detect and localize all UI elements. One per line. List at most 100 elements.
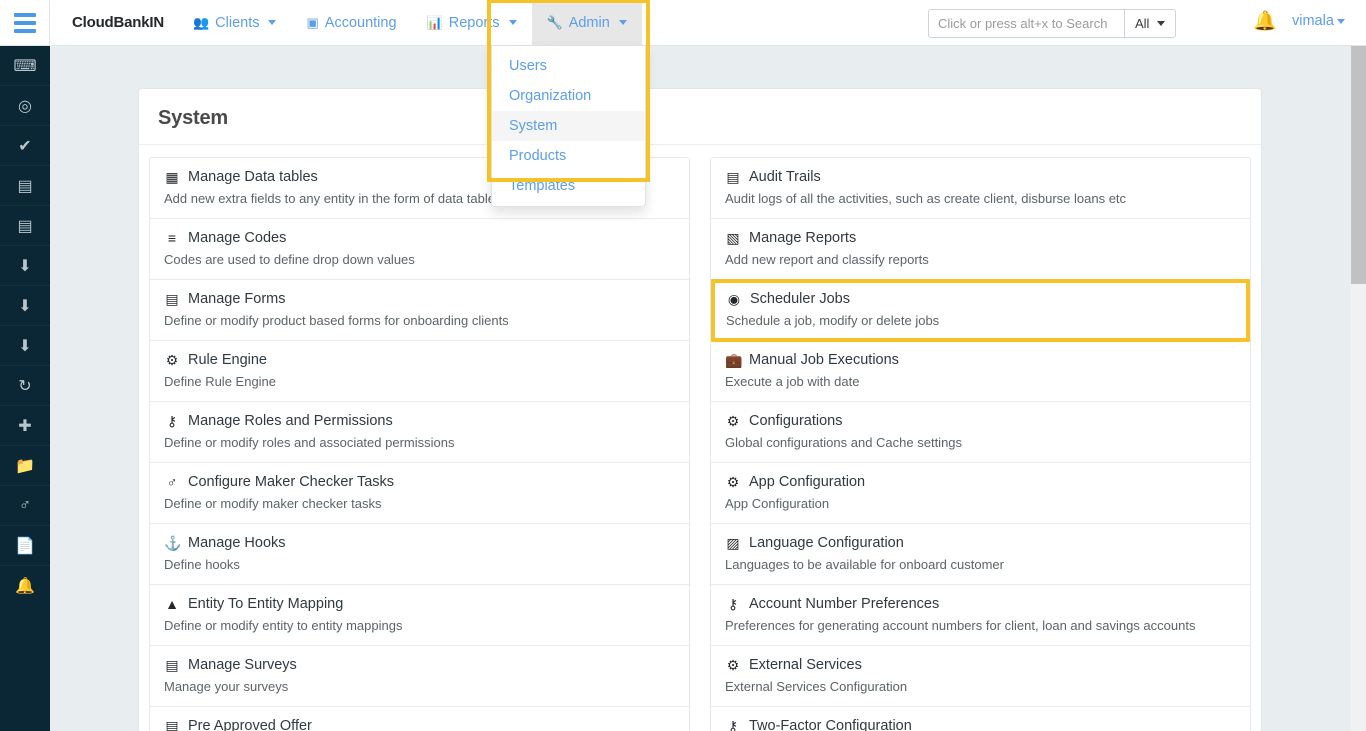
entry-title-row: ≡ Manage Codes	[164, 228, 689, 249]
system-card: System ▦ Manage Data tables Add new extr…	[138, 88, 1262, 731]
entry-title-row: ▨ Language Configuration	[725, 533, 1250, 554]
user-menu-label: vimala	[1292, 13, 1334, 29]
rail-item-download-2[interactable]: ⬇	[0, 286, 50, 326]
entry-desc: Schedule a job, modify or delete jobs	[726, 311, 1246, 331]
dropdown-item-templates[interactable]: Templates	[492, 171, 645, 201]
entry-manage-hooks[interactable]: ⚓ Manage Hooks Define hooks	[150, 524, 689, 585]
key-icon: ⚷	[725, 594, 741, 615]
accounting-icon: ▣	[306, 15, 318, 31]
nav-item-admin[interactable]: 🔧 Admin	[532, 0, 642, 45]
user-menu[interactable]: vimala	[1292, 13, 1345, 29]
sitemap-icon: ♂	[164, 472, 180, 493]
admin-dropdown-menu: Users Organization System Products Templ…	[491, 46, 646, 207]
file-text-icon: ▤	[164, 655, 180, 676]
list-ul-icon: ≡	[164, 228, 180, 249]
hamburger-bar	[14, 21, 36, 25]
rail-item-list-lines[interactable]: ▤	[0, 206, 50, 246]
anchor-icon: ⚓	[164, 533, 180, 554]
menu-toggle-button[interactable]	[0, 0, 50, 45]
dropdown-item-organization[interactable]: Organization	[492, 81, 645, 111]
download-alt-icon: ⬇	[18, 296, 31, 316]
rail-item-folder[interactable]: 📁	[0, 446, 50, 486]
entry-manage-codes[interactable]: ≡ Manage Codes Codes are used to define …	[150, 219, 689, 280]
entry-title: Manage Forms	[188, 289, 286, 310]
rail-item-list-alt[interactable]: ▤	[0, 166, 50, 206]
rail-item-sitemap[interactable]: ♂	[0, 486, 50, 526]
search-input[interactable]	[928, 9, 1124, 38]
page-scrollbar-thumb[interactable]	[1351, 46, 1366, 284]
search-scope-dropdown[interactable]: All	[1124, 9, 1176, 38]
entry-manual-job-executions[interactable]: 💼 Manual Job Executions Execute a job wi…	[711, 341, 1250, 402]
entry-external-services[interactable]: ⚙ External Services External Services Co…	[711, 646, 1250, 707]
entry-title: Language Configuration	[749, 533, 904, 554]
sitemap-icon: ♂	[19, 497, 31, 515]
entry-app-configuration[interactable]: ⚙ App Configuration App Configuration	[711, 463, 1250, 524]
entry-desc: Define or modify entity to entity mappin…	[164, 616, 689, 636]
rail-item-refresh[interactable]: ↻	[0, 366, 50, 406]
briefcase-icon: 💼	[725, 350, 741, 371]
entry-desc: Define or modify roles and associated pe…	[164, 433, 689, 453]
keyboard-icon: ⌨	[13, 56, 36, 76]
rail-item-keyboard[interactable]: ⌨	[0, 46, 50, 86]
nav-item-accounting[interactable]: ▣ Accounting	[291, 0, 411, 45]
entry-desc: Languages to be available for onboard cu…	[725, 555, 1250, 575]
entry-desc: Manage your surveys	[164, 677, 689, 697]
hamburger-bar	[14, 13, 36, 17]
entry-title-row: ⚙ App Configuration	[725, 472, 1250, 493]
entry-manage-forms[interactable]: ▤ Manage Forms Define or modify product …	[150, 280, 689, 341]
left-icon-rail: ⌨ ◎ ✔ ▤ ▤ ⬇ ⬇ ⬇ ↻ ✚ 📁 ♂ 📄 🔔	[0, 46, 50, 731]
rail-item-bell[interactable]: 🔔	[0, 566, 50, 606]
download-icon: ⬇	[18, 256, 31, 276]
entry-manage-surveys[interactable]: ▤ Manage Surveys Manage your surveys	[150, 646, 689, 707]
list-lines-icon: ▤	[17, 216, 32, 236]
rail-item-check[interactable]: ✔	[0, 126, 50, 166]
entry-configurations[interactable]: ⚙ Configurations Global configurations a…	[711, 402, 1250, 463]
chevron-down-icon	[619, 20, 627, 25]
brand-logo[interactable]: CloudBankIN	[58, 14, 178, 31]
dropdown-item-products[interactable]: Products	[492, 141, 645, 171]
entry-desc: App Configuration	[725, 494, 1250, 514]
entry-rule-engine[interactable]: ⚙ Rule Engine Define Rule Engine	[150, 341, 689, 402]
entry-entity-to-entity-mapping[interactable]: ▲ Entity To Entity Mapping Define or mod…	[150, 585, 689, 646]
wrench-icon: 🔧	[547, 15, 563, 31]
entry-audit-trails[interactable]: ▤ Audit Trails Audit logs of all the act…	[711, 158, 1250, 219]
entry-scheduler-jobs[interactable]: ◉ Scheduler Jobs Schedule a job, modify …	[711, 279, 1250, 342]
right-column-list: ▤ Audit Trails Audit logs of all the act…	[710, 157, 1251, 731]
entry-title-row: ♂ Configure Maker Checker Tasks	[164, 472, 689, 493]
entry-title: Audit Trails	[749, 167, 821, 188]
entry-desc: Define or modify product based forms for…	[164, 311, 689, 331]
nav-item-clients[interactable]: 👥 Clients	[178, 0, 292, 45]
nav-item-label: Admin	[569, 15, 610, 31]
entry-title: Manage Codes	[188, 228, 286, 249]
entry-configure-maker-checker-tasks[interactable]: ♂ Configure Maker Checker Tasks Define o…	[150, 463, 689, 524]
nav-item-reports[interactable]: 📊 Reports	[412, 0, 532, 45]
entry-title-row: ▤ Audit Trails	[725, 167, 1250, 188]
entry-manage-reports[interactable]: ▧ Manage Reports Add new report and clas…	[711, 219, 1250, 280]
entry-title: Rule Engine	[188, 350, 267, 371]
entry-manage-roles-permissions[interactable]: ⚷ Manage Roles and Permissions Define or…	[150, 402, 689, 463]
rail-item-compass[interactable]: ◎	[0, 86, 50, 126]
notifications-bell-icon[interactable]: 🔔	[1253, 12, 1277, 32]
rail-item-add[interactable]: ✚	[0, 406, 50, 446]
folder-icon: 📁	[15, 456, 35, 476]
nav-item-label: Accounting	[325, 15, 397, 31]
rail-item-file[interactable]: 📄	[0, 526, 50, 566]
dropdown-item-users[interactable]: Users	[492, 51, 645, 81]
rail-item-download-3[interactable]: ⬇	[0, 326, 50, 366]
report-icon: ▧	[725, 228, 741, 249]
users-icon: 👥	[193, 15, 209, 31]
entry-language-configuration[interactable]: ▨ Language Configuration Languages to be…	[711, 524, 1250, 585]
list-alt-icon: ▤	[725, 167, 741, 188]
rail-item-download-1[interactable]: ⬇	[0, 246, 50, 286]
entry-account-number-preferences[interactable]: ⚷ Account Number Preferences Preferences…	[711, 585, 1250, 646]
entry-desc: Preferences for generating account numbe…	[725, 616, 1250, 636]
dropdown-item-system[interactable]: System	[492, 111, 645, 141]
file-text-icon: ▤	[164, 716, 180, 731]
entry-pre-approved-offer[interactable]: ▤ Pre Approved Offer Pre Approved Offer	[150, 707, 689, 731]
entry-title: Manage Surveys	[188, 655, 297, 676]
entry-two-factor-configuration[interactable]: ⚷ Two-Factor Configuration Two-factor au…	[711, 707, 1250, 731]
entry-title-row: 💼 Manual Job Executions	[725, 350, 1250, 371]
chevron-down-icon	[509, 20, 517, 25]
hamburger-bar	[14, 29, 36, 33]
entry-title-row: ⚷ Two-Factor Configuration	[725, 716, 1250, 731]
